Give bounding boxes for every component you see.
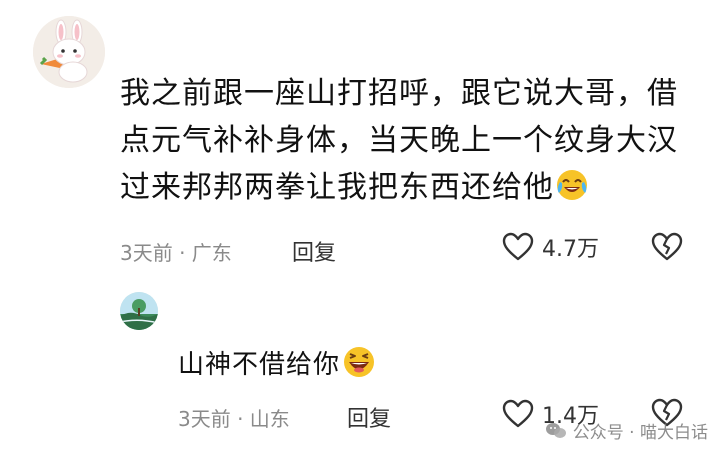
reply-button[interactable]: 回复 [347, 401, 391, 433]
bunny-avatar-icon [33, 16, 105, 88]
crying-laughing-emoji-icon [554, 167, 590, 217]
watermark-text: 公众号 · 喵大白话 [572, 423, 708, 443]
comment-meta: 3天前 · 广东 [120, 241, 232, 265]
heart-icon [502, 232, 534, 261]
like-count: 4.7万 [542, 237, 599, 262]
watermark: 公众号 · 喵大白话 [545, 418, 708, 443]
comment-body: 我之前跟一座山打招呼，跟它说大哥，借 点元气补补身体，当天晚上一个纹身大汉 过来… [120, 70, 680, 217]
commenter-avatar[interactable] [33, 16, 105, 88]
comment-line: 点元气补补身体，当天晚上一个纹身大汉 [120, 123, 678, 158]
replier-avatar[interactable] [120, 292, 158, 330]
reply-body: 山神不借给你 [178, 344, 376, 386]
reply-button[interactable]: 回复 [292, 235, 336, 267]
comment-line: 我之前跟一座山打招呼，跟它说大哥，借 [120, 76, 678, 111]
laughing-emoji-icon [342, 345, 376, 386]
dislike-button[interactable] [651, 232, 683, 266]
wechat-icon [545, 422, 566, 438]
reply-meta: 3天前 · 山东 [178, 407, 290, 431]
broken-heart-icon [651, 232, 683, 261]
like-button[interactable]: 4.7万 [502, 231, 599, 263]
heart-icon [502, 399, 534, 428]
landscape-avatar-icon [120, 292, 158, 330]
comment-line: 过来邦邦两拳让我把东西还给他 [120, 164, 680, 217]
